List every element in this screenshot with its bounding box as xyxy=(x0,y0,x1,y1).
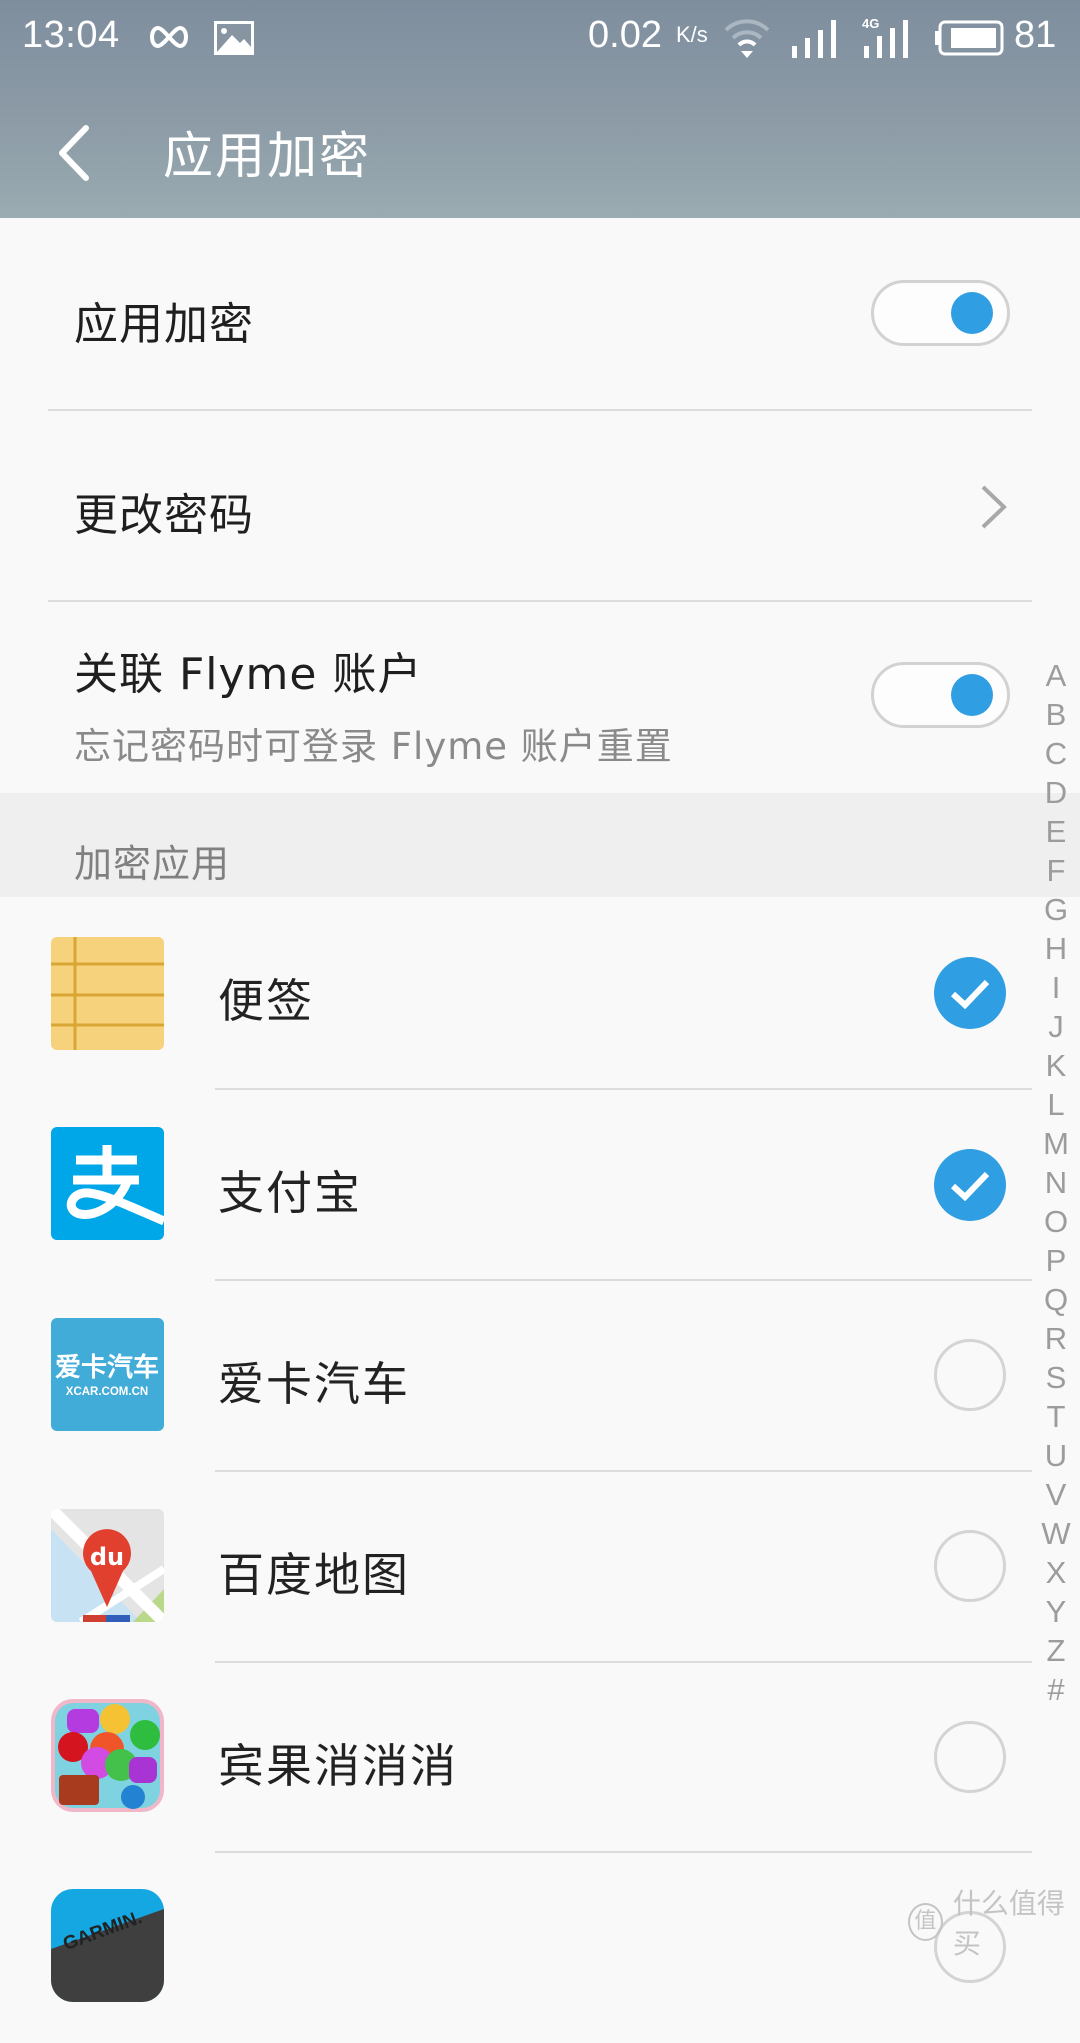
check-icon xyxy=(950,1171,990,1202)
wifi-icon xyxy=(724,19,770,58)
svg-text:du: du xyxy=(90,1543,124,1571)
app-checkbox-unchecked[interactable] xyxy=(934,1721,1006,1793)
alphabet-index-letter[interactable]: A xyxy=(1036,656,1076,695)
alphabet-index-letter[interactable]: K xyxy=(1036,1046,1076,1085)
network-type-label: 4G xyxy=(862,16,879,31)
alphabet-index-letter[interactable]: L xyxy=(1036,1085,1076,1124)
alphabet-index-letter[interactable]: S xyxy=(1036,1358,1076,1397)
app-lock-toggle[interactable] xyxy=(871,280,1010,346)
alphabet-index-letter[interactable]: O xyxy=(1036,1202,1076,1241)
alipay-app-icon xyxy=(51,1127,164,1240)
setting-change-password[interactable]: 更改密码 xyxy=(0,411,1032,601)
header-background: 13:04 0.02 K/s 4G 81 应用加密 xyxy=(0,0,1080,218)
image-icon xyxy=(214,21,254,55)
alphabet-index-letter[interactable]: T xyxy=(1036,1397,1076,1436)
app-name: 便签 xyxy=(218,974,314,1028)
watermark: 值 什么值得买 xyxy=(908,1882,1080,1962)
alphabet-index-letter[interactable]: Z xyxy=(1036,1631,1076,1670)
setting-link-flyme-label: 关联 Flyme 账户 xyxy=(74,649,423,700)
alphabet-index[interactable]: A B C D E F G H I J K L M N O P Q R S T U V W X Y Z # xyxy=(1036,656,1076,1709)
setting-app-lock-label: 应用加密 xyxy=(74,299,254,350)
app-list-item[interactable]: du 百度地图 xyxy=(0,1471,1032,1662)
alphabet-index-letter[interactable]: R xyxy=(1036,1319,1076,1358)
alphabet-index-letter[interactable]: G xyxy=(1036,890,1076,929)
alphabet-index-letter[interactable]: D xyxy=(1036,773,1076,812)
status-time: 13:04 xyxy=(22,14,120,56)
alphabet-index-letter[interactable]: M xyxy=(1036,1124,1076,1163)
notes-app-icon xyxy=(51,937,164,1050)
back-button[interactable] xyxy=(52,120,112,186)
app-checkbox-checked[interactable] xyxy=(934,957,1006,1029)
app-checkbox-checked[interactable] xyxy=(934,1149,1006,1221)
network-speed-unit: K/s xyxy=(676,22,708,47)
bingo-game-app-icon xyxy=(51,1699,164,1812)
section-header-text: 加密应用 xyxy=(74,842,231,886)
alphabet-index-letter[interactable]: H xyxy=(1036,929,1076,968)
app-list-item[interactable]: 支付宝 xyxy=(0,1089,1032,1280)
app-list-item[interactable]: 便签 xyxy=(0,897,1032,1088)
alphabet-index-letter[interactable]: E xyxy=(1036,812,1076,851)
section-header: 加密应用 xyxy=(0,793,1080,897)
battery-percent: 81 xyxy=(1014,14,1057,56)
infinity-icon xyxy=(150,25,188,49)
setting-change-password-label: 更改密码 xyxy=(74,490,254,541)
alphabet-index-letter[interactable]: F xyxy=(1036,851,1076,890)
app-list-item[interactable]: 爱卡汽车 XCAR.COM.CN 爱卡汽车 xyxy=(0,1280,1032,1471)
alphabet-index-letter[interactable]: # xyxy=(1036,1670,1076,1709)
xcar-app-icon: 爱卡汽车 XCAR.COM.CN xyxy=(51,1318,164,1431)
app-name: 支付宝 xyxy=(218,1166,362,1220)
alphabet-index-letter[interactable]: J xyxy=(1036,1007,1076,1046)
alphabet-index-letter[interactable]: I xyxy=(1036,968,1076,1007)
link-flyme-toggle[interactable] xyxy=(871,662,1010,728)
chevron-left-icon xyxy=(59,125,89,181)
baidu-map-app-icon: du xyxy=(51,1509,164,1622)
signal-icon xyxy=(792,20,836,58)
app-checkbox-unchecked[interactable] xyxy=(934,1339,1006,1411)
check-icon xyxy=(950,979,990,1010)
status-bar: 13:04 0.02 K/s 4G 81 xyxy=(0,0,1080,80)
app-bar: 应用加密 xyxy=(0,80,1080,218)
alphabet-index-letter[interactable]: V xyxy=(1036,1475,1076,1514)
alphabet-index-letter[interactable]: N xyxy=(1036,1163,1076,1202)
app-list-item[interactable]: GARMIN. xyxy=(0,1852,1032,2043)
signal-4g-icon: 4G xyxy=(862,16,908,58)
alphabet-index-letter[interactable]: C xyxy=(1036,734,1076,773)
network-speed: 0.02 xyxy=(588,14,662,56)
alphabet-index-letter[interactable]: W xyxy=(1036,1514,1076,1553)
alphabet-index-letter[interactable]: U xyxy=(1036,1436,1076,1475)
app-list-item[interactable]: 宾果消消消 xyxy=(0,1662,1032,1853)
app-name: 爱卡汽车 xyxy=(218,1357,410,1411)
app-name: 宾果消消消 xyxy=(218,1739,458,1793)
app-checkbox-unchecked[interactable] xyxy=(934,1530,1006,1602)
garmin-app-icon: GARMIN. xyxy=(51,1889,164,2002)
setting-link-flyme-sublabel: 忘记密码时可登录 Flyme 账户重置 xyxy=(74,725,673,768)
svg-text:爱卡汽车: 爱卡汽车 xyxy=(55,1352,159,1383)
page-title: 应用加密 xyxy=(163,127,371,185)
alphabet-index-letter[interactable]: P xyxy=(1036,1241,1076,1280)
chevron-right-icon xyxy=(981,485,1007,529)
toggle-knob xyxy=(951,292,993,334)
alphabet-index-letter[interactable]: Y xyxy=(1036,1592,1076,1631)
alphabet-index-letter[interactable]: B xyxy=(1036,695,1076,734)
battery-icon xyxy=(935,20,1004,56)
watermark-text: 什么值得买 xyxy=(952,1887,1065,1960)
alphabet-index-letter[interactable]: Q xyxy=(1036,1280,1076,1319)
alphabet-index-letter[interactable]: X xyxy=(1036,1553,1076,1592)
watermark-badge: 值 xyxy=(908,1903,943,1941)
svg-text:XCAR.COM.CN: XCAR.COM.CN xyxy=(66,1386,148,1398)
toggle-knob xyxy=(951,674,993,716)
app-name: 百度地图 xyxy=(218,1548,410,1602)
